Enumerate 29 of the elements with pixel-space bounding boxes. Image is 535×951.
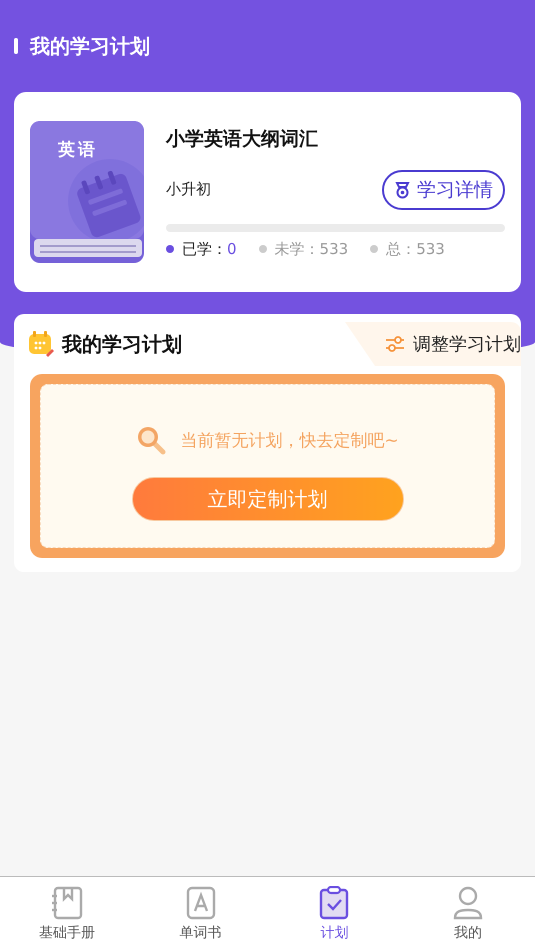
cover-label: 英语 [58, 139, 98, 161]
study-details-button[interactable]: 学习详情 [382, 170, 505, 210]
stat-label: 已学： [182, 240, 227, 258]
stat-label: 未学： [274, 240, 320, 258]
sliders-icon [385, 335, 405, 353]
clipboard-check-icon [318, 886, 350, 920]
tab-bar-item[interactable]: 基础手册 [0, 877, 134, 951]
letter-a-icon [184, 886, 217, 920]
grade-label: 小升初 [166, 180, 211, 199]
status-dot [166, 245, 174, 253]
empty-plan-message: 当前暂无计划，快去定制吧~ [180, 430, 399, 452]
page-title: 我的学习计划 [30, 32, 150, 60]
calendar-icon [28, 331, 54, 357]
person-icon [452, 886, 484, 920]
stat-label: 总： [386, 240, 416, 258]
tab-bar-item[interactable]: 我的 [401, 877, 535, 951]
notebook-icon [50, 886, 83, 920]
medal-icon [394, 180, 411, 198]
stat-value: 533 [416, 240, 445, 258]
tab-bar-item[interactable]: 单词书 [134, 877, 268, 951]
adjust-plan-button[interactable]: 调整学习计划 [345, 322, 521, 366]
book-title: 小学英语大纲词汇 [166, 126, 319, 152]
stat-value: 533 [320, 240, 348, 258]
status-dot [370, 245, 378, 253]
plan-title: 我的学习计划 [62, 330, 182, 358]
status-dot [258, 245, 267, 253]
stat-value: 0 [227, 240, 237, 258]
search-icon [136, 425, 166, 455]
tab-bar-item[interactable]: 计划 [268, 877, 402, 951]
